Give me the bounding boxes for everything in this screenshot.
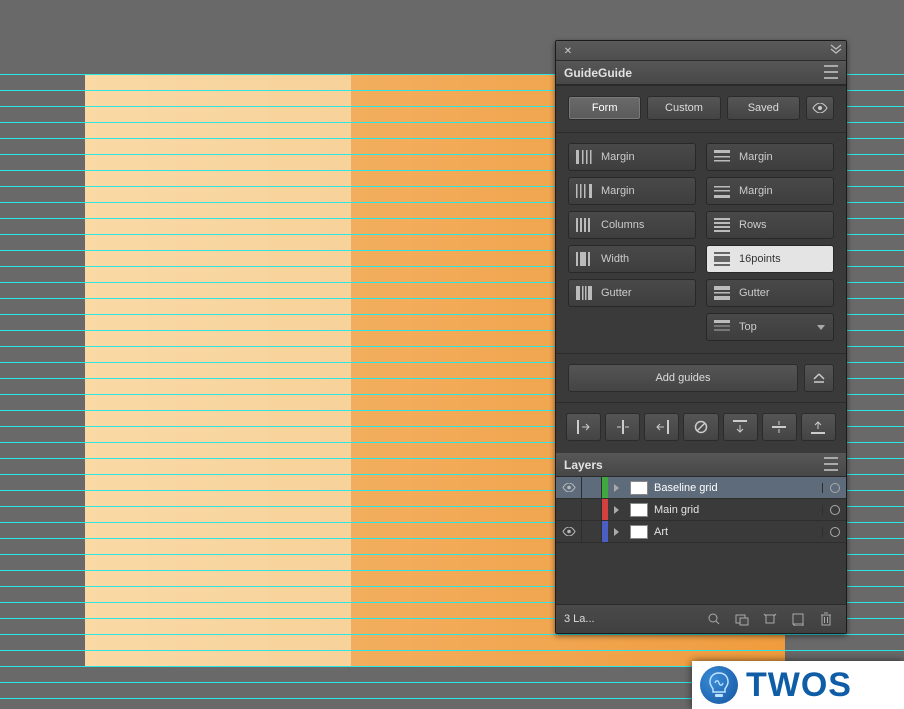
row-gutter-icon	[713, 285, 731, 301]
bulb-icon	[700, 666, 738, 704]
margin-bottom-icon	[713, 183, 731, 199]
row-height-input[interactable]: 16points	[706, 245, 834, 273]
lock-toggle[interactable]	[582, 499, 602, 520]
rows-input[interactable]: Rows	[706, 211, 834, 239]
workspace: ✕ GuideGuide Form Custom Saved	[0, 0, 904, 709]
position-icon	[713, 319, 731, 335]
tab-saved[interactable]: Saved	[727, 96, 800, 120]
locate-object-icon[interactable]	[758, 609, 782, 629]
brand-badge: TWOS	[692, 661, 904, 709]
panel-header-layers[interactable]: Layers	[556, 453, 846, 477]
field-value: 16points	[739, 253, 781, 265]
close-icon[interactable]: ✕	[562, 45, 574, 57]
rows-icon	[713, 217, 731, 233]
guideguide-body: Form Custom Saved Margin Margin	[556, 85, 846, 453]
lock-toggle[interactable]	[582, 521, 602, 542]
layer-row[interactable]: Art	[556, 521, 846, 543]
visibility-toggle[interactable]	[556, 499, 582, 520]
target-icon[interactable]	[822, 505, 846, 515]
margin-right-icon	[575, 183, 593, 199]
margin-bottom-input[interactable]: Margin	[706, 177, 834, 205]
layer-thumbnail	[630, 481, 648, 495]
brand-text: TWOS	[746, 666, 852, 705]
panel-menu-icon[interactable]	[824, 457, 840, 471]
guide-top-edge-button[interactable]	[723, 413, 758, 441]
collapse-icon[interactable]	[830, 44, 842, 54]
tab-form[interactable]: Form	[568, 96, 641, 120]
columns-icon	[575, 217, 593, 233]
panel-header-guideguide[interactable]: GuideGuide	[556, 61, 846, 85]
guide-bottom-edge-button[interactable]	[801, 413, 836, 441]
layers-list: Baseline grid Main grid Art	[556, 477, 846, 605]
new-sublayer-icon[interactable]	[730, 609, 754, 629]
field-label: Margin	[601, 151, 635, 163]
layer-name[interactable]: Main grid	[654, 504, 822, 516]
panel-group: ✕ GuideGuide Form Custom Saved	[555, 40, 847, 634]
target-icon[interactable]	[822, 527, 846, 537]
field-label: Margin	[601, 185, 635, 197]
panel-titlebar[interactable]: ✕	[556, 41, 846, 61]
layer-count: 3 La...	[564, 613, 698, 625]
column-gutter-input[interactable]: Gutter	[568, 279, 696, 307]
search-icon[interactable]	[702, 609, 726, 629]
column-gutter-icon	[575, 285, 593, 301]
field-label: Gutter	[739, 287, 770, 299]
field-label: Width	[601, 253, 629, 265]
disclosure-icon[interactable]	[608, 484, 624, 492]
field-label: Rows	[739, 219, 767, 231]
row-height-icon	[713, 251, 731, 267]
tab-custom[interactable]: Custom	[647, 96, 720, 120]
layer-name[interactable]: Art	[654, 526, 822, 538]
layer-thumbnail	[630, 503, 648, 517]
visibility-toggle[interactable]	[556, 521, 582, 542]
save-set-button[interactable]	[804, 364, 834, 392]
field-label: Margin	[739, 185, 773, 197]
field-label: Gutter	[601, 287, 632, 299]
guide-vertical-center-button[interactable]	[762, 413, 797, 441]
guide-left-edge-button[interactable]	[566, 413, 601, 441]
add-guides-button[interactable]: Add guides	[568, 364, 798, 392]
column-width-icon	[575, 251, 593, 267]
disclosure-icon[interactable]	[608, 528, 624, 536]
margin-top-icon	[713, 149, 731, 165]
layer-row[interactable]: Main grid	[556, 499, 846, 521]
layer-name[interactable]: Baseline grid	[654, 482, 822, 494]
panel-title: GuideGuide	[564, 66, 632, 80]
margin-left-icon	[575, 149, 593, 165]
guide-horizontal-center-button[interactable]	[605, 413, 640, 441]
layers-footer: 3 La...	[556, 605, 846, 633]
visibility-toggle[interactable]	[556, 477, 582, 498]
new-layer-icon[interactable]	[786, 609, 810, 629]
guide-right-edge-button[interactable]	[644, 413, 679, 441]
margin-top-input[interactable]: Margin	[706, 143, 834, 171]
row-gutter-input[interactable]: Gutter	[706, 279, 834, 307]
layer-row[interactable]: Baseline grid	[556, 477, 846, 499]
field-label: Margin	[739, 151, 773, 163]
calculation-position-dropdown[interactable]: Top	[706, 313, 834, 341]
panel-menu-icon[interactable]	[824, 65, 840, 79]
target-icon[interactable]	[822, 483, 846, 493]
clear-guides-button[interactable]	[683, 413, 718, 441]
toggle-visibility-button[interactable]	[806, 96, 834, 120]
disclosure-icon[interactable]	[608, 506, 624, 514]
margin-left-input[interactable]: Margin	[568, 143, 696, 171]
trash-icon[interactable]	[814, 609, 838, 629]
columns-input[interactable]: Columns	[568, 211, 696, 239]
lock-toggle[interactable]	[582, 477, 602, 498]
layer-thumbnail	[630, 525, 648, 539]
panel-title: Layers	[564, 458, 603, 472]
margin-right-input[interactable]: Margin	[568, 177, 696, 205]
field-label: Columns	[601, 219, 644, 231]
dropdown-value: Top	[739, 321, 757, 333]
column-width-input[interactable]: Width	[568, 245, 696, 273]
